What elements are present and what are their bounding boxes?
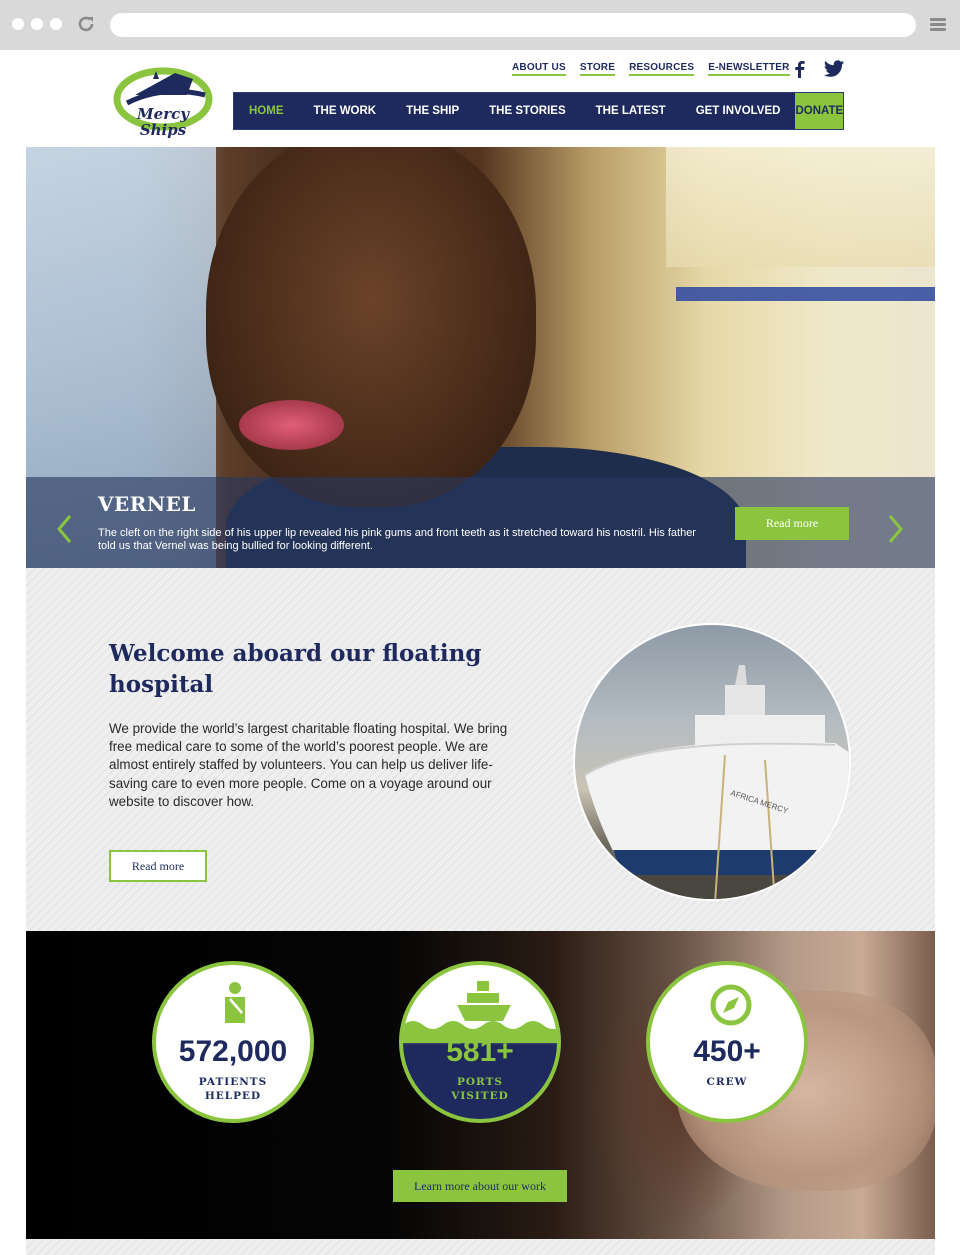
store-link[interactable]: STORE bbox=[579, 62, 616, 76]
hero-child-mouth bbox=[239, 400, 344, 450]
ship-photo: AFRICA MERCY bbox=[573, 623, 851, 901]
hero-background-cabinet bbox=[666, 147, 935, 267]
stat-value: 450+ bbox=[693, 1035, 761, 1068]
window-minimize-dot[interactable] bbox=[31, 18, 43, 30]
hero-read-more-button[interactable]: Read more bbox=[735, 507, 849, 540]
nav-the-work[interactable]: THE WORK bbox=[299, 93, 392, 129]
compass-icon bbox=[710, 984, 752, 1026]
twitter-icon[interactable] bbox=[824, 60, 844, 78]
stat-label-line2: VISITED bbox=[451, 1090, 509, 1102]
main-navigation: HOME THE WORK THE SHIP THE STORIES THE L… bbox=[233, 92, 844, 130]
about-us-link[interactable]: ABOUT US bbox=[512, 62, 566, 76]
welcome-section: Welcome aboard our floating hospital We … bbox=[26, 568, 935, 931]
donate-button[interactable]: DONATE bbox=[795, 93, 844, 129]
resources-link[interactable]: RESOURCES bbox=[629, 62, 695, 76]
nav-get-involved[interactable]: GET INVOLVED bbox=[681, 93, 796, 129]
welcome-title: Welcome aboard our floating hospital bbox=[109, 640, 482, 698]
stat-label-line1: CREW bbox=[706, 1076, 748, 1088]
stats-section: 572,000 PATIENTS HELPED 581+ PORTS VISIT… bbox=[26, 931, 935, 1239]
stat-label-line1: PORTS bbox=[457, 1076, 503, 1088]
welcome-body: We provide the world’s largest charitabl… bbox=[109, 721, 508, 809]
hero-caption: VERNEL The cleft on the right side of hi… bbox=[26, 477, 935, 568]
stat-value: 581+ bbox=[446, 1035, 514, 1068]
stat-patients-helped: 572,000 PATIENTS HELPED bbox=[152, 961, 314, 1123]
slider-next-arrow-icon[interactable] bbox=[888, 514, 904, 544]
web-page: Mercy Ships ABOUT US STORE RESOURCES E-N… bbox=[0, 50, 960, 1255]
stat-crew: 450+ CREW bbox=[646, 961, 808, 1123]
nav-the-stories[interactable]: THE STORIES bbox=[474, 93, 580, 129]
stat-label-line1: PATIENTS bbox=[198, 1076, 268, 1088]
hero-story-text: The cleft on the right side of his upper… bbox=[98, 527, 696, 552]
nav-home[interactable]: HOME bbox=[234, 93, 299, 129]
e-newsletter-link[interactable]: E-NEWSLETTER bbox=[708, 62, 790, 76]
ship-illustration: AFRICA MERCY bbox=[575, 665, 849, 899]
nav-the-latest[interactable]: THE LATEST bbox=[581, 93, 681, 129]
hero-child-photo bbox=[206, 147, 536, 507]
svg-text:Ships: Ships bbox=[140, 121, 187, 139]
address-bar[interactable] bbox=[110, 13, 916, 37]
welcome-read-more-button[interactable]: Read more bbox=[109, 850, 207, 882]
hero-background-rail bbox=[676, 287, 935, 301]
reload-icon[interactable] bbox=[76, 14, 96, 34]
footer-pattern-strip bbox=[26, 1239, 935, 1255]
window-close-dot[interactable] bbox=[12, 18, 24, 30]
patient-icon bbox=[225, 982, 245, 1023]
window-maximize-dot[interactable] bbox=[50, 18, 62, 30]
utility-nav: ABOUT US STORE RESOURCES E-NEWSLETTER bbox=[505, 62, 797, 76]
mercy-ships-logo[interactable]: Mercy Ships bbox=[113, 65, 213, 143]
learn-more-work-button[interactable]: Learn more about our work bbox=[393, 1170, 567, 1202]
facebook-icon[interactable] bbox=[790, 60, 810, 78]
hero-story-name: VERNEL bbox=[98, 492, 196, 516]
stat-ports-visited: 581+ PORTS VISITED bbox=[399, 961, 561, 1123]
browser-menu-icon[interactable] bbox=[930, 18, 946, 32]
browser-toolbar bbox=[0, 0, 960, 50]
stat-label-line2: HELPED bbox=[204, 1090, 262, 1102]
stat-value: 572,000 bbox=[178, 1035, 288, 1068]
slider-prev-arrow-icon[interactable] bbox=[56, 514, 72, 544]
nav-the-ship[interactable]: THE SHIP bbox=[391, 93, 474, 129]
hero-slider: VERNEL The cleft on the right side of hi… bbox=[26, 147, 935, 568]
ship-icon bbox=[403, 981, 557, 1043]
